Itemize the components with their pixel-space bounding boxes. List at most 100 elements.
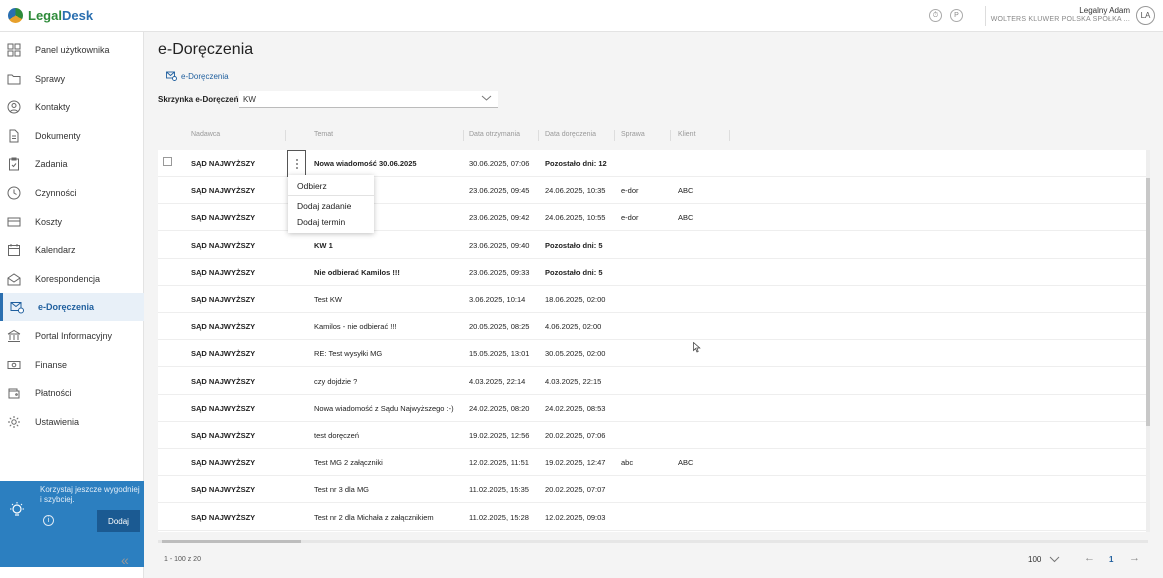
sidebar-item-12[interactable]: Płatności xyxy=(0,379,144,407)
row-actions-kebab-icon[interactable] xyxy=(287,150,306,177)
cell-received: 19.02.2025, 12:56 xyxy=(469,431,530,440)
e-mail-icon xyxy=(166,71,177,81)
current-page[interactable]: 1 xyxy=(1109,555,1113,564)
cell-case[interactable]: abc xyxy=(621,458,633,467)
column-divider xyxy=(463,130,464,141)
sidebar-item-label: Korespondencja xyxy=(35,273,101,284)
sidebar-item-10[interactable]: Portal Informacyjny xyxy=(0,322,144,350)
cell-delivered: 4.06.2025, 02:00 xyxy=(545,322,602,332)
cell-subject[interactable]: Test MG 2 załączniki xyxy=(314,458,383,467)
sidebar-item-2[interactable]: Kontakty xyxy=(0,93,144,121)
cell-subject[interactable]: RE: Test wysyłki MG xyxy=(314,349,382,358)
column-header-received[interactable]: Data otrzymania xyxy=(469,131,520,138)
column-header-delivered[interactable]: Data doręczenia xyxy=(545,131,596,138)
cell-client[interactable]: ABC xyxy=(678,458,693,467)
sidebar-item-label: Panel użytkownika xyxy=(35,45,110,55)
menu-item-receive[interactable]: Odbierz xyxy=(297,181,327,191)
cell-received: 15.05.2025, 13:01 xyxy=(469,349,530,359)
cell-sender: SĄD NAJWYŻSZY xyxy=(191,349,256,359)
horizontal-scrollbar[interactable] xyxy=(158,540,1148,543)
cell-subject[interactable]: Test nr 3 dla MG xyxy=(314,485,369,494)
horizontal-scroll-thumb[interactable] xyxy=(162,540,301,543)
cell-subject[interactable]: Nowa wiadomość z Sądu Najwyższego :-) xyxy=(314,404,454,413)
cell-case[interactable]: e-dor xyxy=(621,213,639,222)
cell-delivered: 12.02.2025, 09:03 xyxy=(545,512,606,522)
sidebar-item-0[interactable]: Panel użytkownika xyxy=(0,36,144,64)
sidebar-item-7[interactable]: Kalendarz xyxy=(0,236,144,264)
cell-subject[interactable]: Test nr 2 dla Michała z załącznikiem xyxy=(314,513,434,522)
gear-icon xyxy=(7,415,21,429)
cell-subject[interactable]: Kamilos - nie odbierać !!! xyxy=(314,322,397,331)
info-icon[interactable]: i xyxy=(43,515,54,526)
cell-subject[interactable]: Test KW xyxy=(314,295,342,304)
table-row[interactable]: SĄD NAJWYŻSZY RE: Test wysyłki MG 15.05.20… xyxy=(158,340,1146,368)
table-header: Nadawca Temat Data otrzymania Data doręc… xyxy=(158,127,1148,145)
sidebar-item-4[interactable]: Zadania xyxy=(0,150,144,178)
breadcrumb[interactable]: e-Doręczenia xyxy=(166,71,229,81)
prev-page-button[interactable]: ← xyxy=(1084,552,1095,564)
cell-delivered: 24.06.2025, 10:55 xyxy=(545,213,606,223)
cell-received: 23.06.2025, 09:42 xyxy=(469,213,530,223)
table-row[interactable]: SĄD NAJWYŻSZY Nie odbierać Kamilos !!! 23.… xyxy=(158,259,1146,286)
card-icon xyxy=(7,215,21,229)
mailbox-select[interactable]: KW xyxy=(239,91,498,108)
column-header-client[interactable]: Klient xyxy=(678,131,696,138)
promo-add-button[interactable]: Dodaj xyxy=(97,510,140,532)
cell-sender: SĄD NAJWYŻSZY xyxy=(191,376,256,386)
cell-subject[interactable]: Nie odbierać Kamilos !!! xyxy=(314,268,400,277)
next-page-button[interactable]: → xyxy=(1129,552,1140,564)
cell-client[interactable]: ABC xyxy=(678,186,693,195)
vertical-scrollbar[interactable] xyxy=(1146,150,1150,532)
sidebar-item-1[interactable]: Sprawy xyxy=(0,65,144,93)
envelope-icon xyxy=(7,272,21,286)
row-checkbox[interactable] xyxy=(163,157,172,166)
cell-case[interactable]: e-dor xyxy=(621,186,639,195)
cell-subject[interactable]: test doręczeń xyxy=(314,431,359,440)
sidebar-item-3[interactable]: Dokumenty xyxy=(0,122,144,150)
timer-icon[interactable]: ⏱ xyxy=(929,9,942,22)
p-circle-icon[interactable]: P xyxy=(950,9,963,22)
table-row[interactable]: SĄD NAJWYŻSZY Test nr 2 dla Michała z zał… xyxy=(158,504,1146,531)
cell-subject[interactable]: czy dojdzie ? xyxy=(314,377,357,386)
app-logo[interactable]: LegalDesk xyxy=(8,8,93,23)
calendar-icon xyxy=(7,243,21,257)
user-name[interactable]: Legalny Adam xyxy=(1079,6,1130,15)
cell-subject[interactable]: KW 1 xyxy=(314,241,333,250)
sidebar-item-5[interactable]: Czynności xyxy=(0,179,144,207)
table-row[interactable]: SĄD NAJWYŻSZY Test MG 2 załączniki 12.02.2… xyxy=(158,449,1146,477)
cell-subject[interactable]: Nowa wiadomość 30.06.2025 xyxy=(314,159,417,168)
sidebar-item-13[interactable]: Ustawienia xyxy=(0,408,144,436)
menu-item-add-task[interactable]: Dodaj zadanie xyxy=(297,201,351,211)
table-row[interactable]: SĄD NAJWYŻSZY Nowa wiadomość z Sądu Najwy… xyxy=(158,395,1146,422)
logo-mark-icon xyxy=(8,8,23,23)
vertical-scroll-thumb[interactable] xyxy=(1146,178,1150,426)
table-row[interactable]: SĄD NAJWYŻSZY Test nr 3 dla MG 11.02.2025,… xyxy=(158,476,1146,504)
column-header-case[interactable]: Sprawa xyxy=(621,131,645,138)
table-row[interactable]: SĄD NAJWYŻSZY Kamilos - nie odbierać !!! 2… xyxy=(158,313,1146,341)
sidebar-item-8[interactable]: Korespondencja xyxy=(0,265,144,293)
cell-delivered: 24.06.2025, 10:35 xyxy=(545,186,606,196)
menu-divider xyxy=(288,195,374,196)
table-row[interactable]: SĄD NAJWYŻSZY Test KW 3.06.2025, 10:14 18.0… xyxy=(158,286,1146,313)
cell-delivered: Pozostało dni: 5 xyxy=(545,240,603,250)
table-row[interactable]: SĄD NAJWYŻSZY KW 1 23.06.2025, 09:40 Pozost… xyxy=(158,232,1146,259)
table-row[interactable]: SĄD NAJWYŻSZY czy dojdzie ? 4.03.2025, 22:… xyxy=(158,368,1146,395)
collapse-sidebar-icon[interactable]: « xyxy=(121,552,129,568)
sidebar-item-6[interactable]: Koszty xyxy=(0,208,144,236)
cell-received: 23.06.2025, 09:45 xyxy=(469,186,530,196)
chevron-down-icon xyxy=(481,95,492,101)
cell-delivered: 4.03.2025, 22:15 xyxy=(545,376,602,386)
table-row[interactable]: SĄD NAJWYŻSZY test doręczeń 19.02.2025, 12… xyxy=(158,422,1146,449)
page-size-select[interactable]: 100 xyxy=(1028,555,1060,564)
cell-client[interactable]: ABC xyxy=(678,213,693,222)
cell-sender: SĄD NAJWYŻSZY xyxy=(191,403,256,413)
logo-text-a: Legal xyxy=(28,8,62,23)
menu-item-add-deadline[interactable]: Dodaj termin xyxy=(297,217,345,227)
sidebar-item-9[interactable]: e-Doręczenia xyxy=(0,293,144,322)
row-context-menu: Odbierz Dodaj zadanie Dodaj termin xyxy=(288,175,374,233)
column-header-sender[interactable]: Nadawca xyxy=(191,131,220,138)
avatar[interactable]: LA xyxy=(1136,6,1155,25)
table-row[interactable]: SĄD NAJWYŻSZY Nowa wiadomość 30.06.2025 30… xyxy=(158,150,1146,177)
column-header-subject[interactable]: Temat xyxy=(314,131,333,138)
sidebar-item-11[interactable]: Finanse xyxy=(0,351,144,379)
